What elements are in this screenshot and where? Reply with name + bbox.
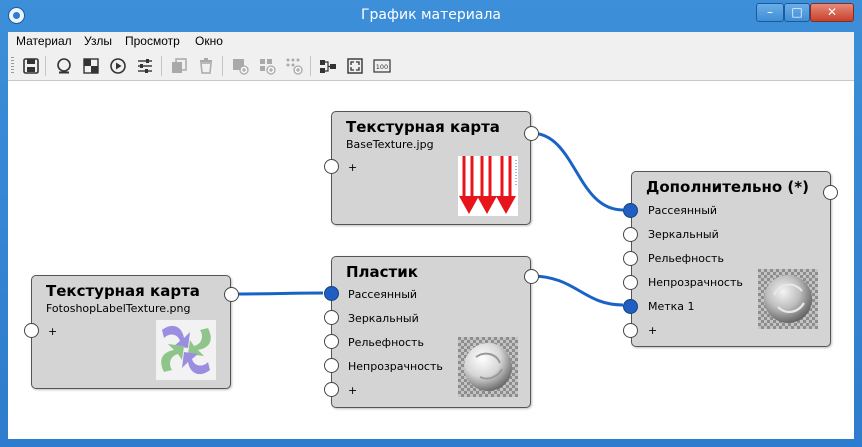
input-label-opacity: Непрозрачность bbox=[348, 360, 443, 373]
toolbar-separator bbox=[310, 56, 311, 76]
node-title: Пластик bbox=[346, 263, 418, 281]
plastic-opacity-port[interactable] bbox=[324, 358, 339, 373]
texture-map-node-base[interactable]: Текстурная карта BaseTexture.jpg + bbox=[331, 111, 531, 225]
texture-map-node-label[interactable]: Текстурная карта FotoshopLabelTexture.pn… bbox=[31, 275, 231, 389]
node-graph-canvas[interactable]: Текстурная карта BaseTexture.jpg + Текст… bbox=[8, 81, 854, 439]
link-label-texture-to-plastic-diffuse bbox=[230, 291, 324, 296]
menu-material[interactable]: Материал bbox=[16, 34, 72, 48]
link-plastic-to-additional-label bbox=[530, 274, 624, 307]
texture-file-name: FotoshopLabelTexture.png bbox=[46, 302, 191, 315]
zoom-100-icon[interactable]: 100 bbox=[373, 57, 391, 75]
input-label-specular: Зеркальный bbox=[648, 228, 719, 241]
plastic-diffuse-port[interactable] bbox=[324, 286, 339, 301]
material-graph-window: График материала – □ ✕ Материал Узлы Про… bbox=[0, 0, 862, 447]
input-label-bump: Рельефность bbox=[348, 336, 424, 349]
additional-output-port[interactable] bbox=[823, 185, 838, 200]
title-bar[interactable]: График материала – □ ✕ bbox=[0, 0, 862, 32]
zoom-100-label: 100 bbox=[376, 63, 388, 71]
texture-file-name: BaseTexture.jpg bbox=[346, 138, 434, 151]
fit-view-icon[interactable] bbox=[346, 57, 364, 75]
toolbar-separator bbox=[161, 56, 162, 76]
additional-diffuse-port[interactable] bbox=[623, 203, 638, 218]
additional-node[interactable]: Дополнительно (*) Рассеянный Зеркальный … bbox=[631, 171, 831, 347]
add-group-icon[interactable] bbox=[258, 57, 276, 75]
link-base-texture-to-additional-diffuse bbox=[530, 131, 624, 212]
additional-material-preview bbox=[758, 269, 818, 329]
base-texture-output-port[interactable] bbox=[524, 126, 539, 141]
duplicate-icon[interactable] bbox=[170, 57, 188, 75]
toolbar-separator bbox=[222, 56, 223, 76]
add-input-icon[interactable] bbox=[231, 57, 249, 75]
add-dots-icon[interactable] bbox=[285, 57, 303, 75]
checker-background-icon[interactable] bbox=[82, 57, 100, 75]
input-label-specular: Зеркальный bbox=[348, 312, 419, 325]
base-texture-input-port[interactable] bbox=[324, 159, 339, 174]
additional-bump-port[interactable] bbox=[623, 251, 638, 266]
delete-icon[interactable] bbox=[197, 57, 215, 75]
node-title: Текстурная карта bbox=[346, 118, 500, 136]
save-icon[interactable] bbox=[22, 57, 40, 75]
arrange-nodes-icon[interactable] bbox=[319, 57, 337, 75]
input-label-add: + bbox=[648, 324, 658, 337]
add-input-label: + bbox=[348, 161, 358, 174]
maximize-button[interactable]: □ bbox=[784, 3, 810, 22]
add-input-label: + bbox=[48, 325, 58, 338]
toolbar: 100 bbox=[8, 51, 854, 81]
plastic-bump-port[interactable] bbox=[324, 334, 339, 349]
node-title: Текстурная карта bbox=[46, 282, 200, 300]
sphere-preview-icon[interactable] bbox=[55, 57, 73, 75]
menu-bar: Материал Узлы Просмотр Окно bbox=[8, 32, 854, 51]
additional-specular-port[interactable] bbox=[623, 227, 638, 242]
label-texture-output-port[interactable] bbox=[224, 287, 239, 302]
base-texture-thumbnail bbox=[458, 156, 518, 216]
toolbar-grip-icon[interactable] bbox=[11, 57, 14, 75]
plastic-specular-port[interactable] bbox=[324, 310, 339, 325]
additional-label-1-port[interactable] bbox=[623, 299, 638, 314]
settings-sliders-icon[interactable] bbox=[136, 57, 154, 75]
input-label-diffuse: Рассеянный bbox=[648, 204, 718, 217]
play-icon[interactable] bbox=[109, 57, 127, 75]
toolbar-separator bbox=[45, 56, 46, 76]
plastic-add-port[interactable] bbox=[324, 382, 339, 397]
input-label-add: + bbox=[348, 384, 358, 397]
menu-nodes[interactable]: Узлы bbox=[84, 34, 112, 48]
plastic-material-preview bbox=[458, 337, 518, 397]
input-label-opacity: Непрозрачность bbox=[648, 276, 743, 289]
additional-add-port[interactable] bbox=[623, 323, 638, 338]
additional-opacity-port[interactable] bbox=[623, 275, 638, 290]
input-label-diffuse: Рассеянный bbox=[348, 288, 418, 301]
label-texture-thumbnail bbox=[156, 320, 216, 380]
input-label-label-1: Метка 1 bbox=[648, 300, 695, 313]
plastic-output-port[interactable] bbox=[524, 269, 539, 284]
menu-view[interactable]: Просмотр bbox=[125, 34, 180, 48]
label-texture-input-port[interactable] bbox=[24, 323, 39, 338]
close-button[interactable]: ✕ bbox=[810, 3, 854, 22]
minimize-button[interactable]: – bbox=[756, 3, 784, 22]
plastic-node[interactable]: Пластик Рассеянный Зеркальный Рельефност… bbox=[331, 256, 531, 408]
input-label-bump: Рельефность bbox=[648, 252, 724, 265]
menu-window[interactable]: Окно bbox=[195, 34, 223, 48]
window-title: График материала bbox=[361, 7, 501, 23]
node-title: Дополнительно (*) bbox=[646, 178, 809, 196]
